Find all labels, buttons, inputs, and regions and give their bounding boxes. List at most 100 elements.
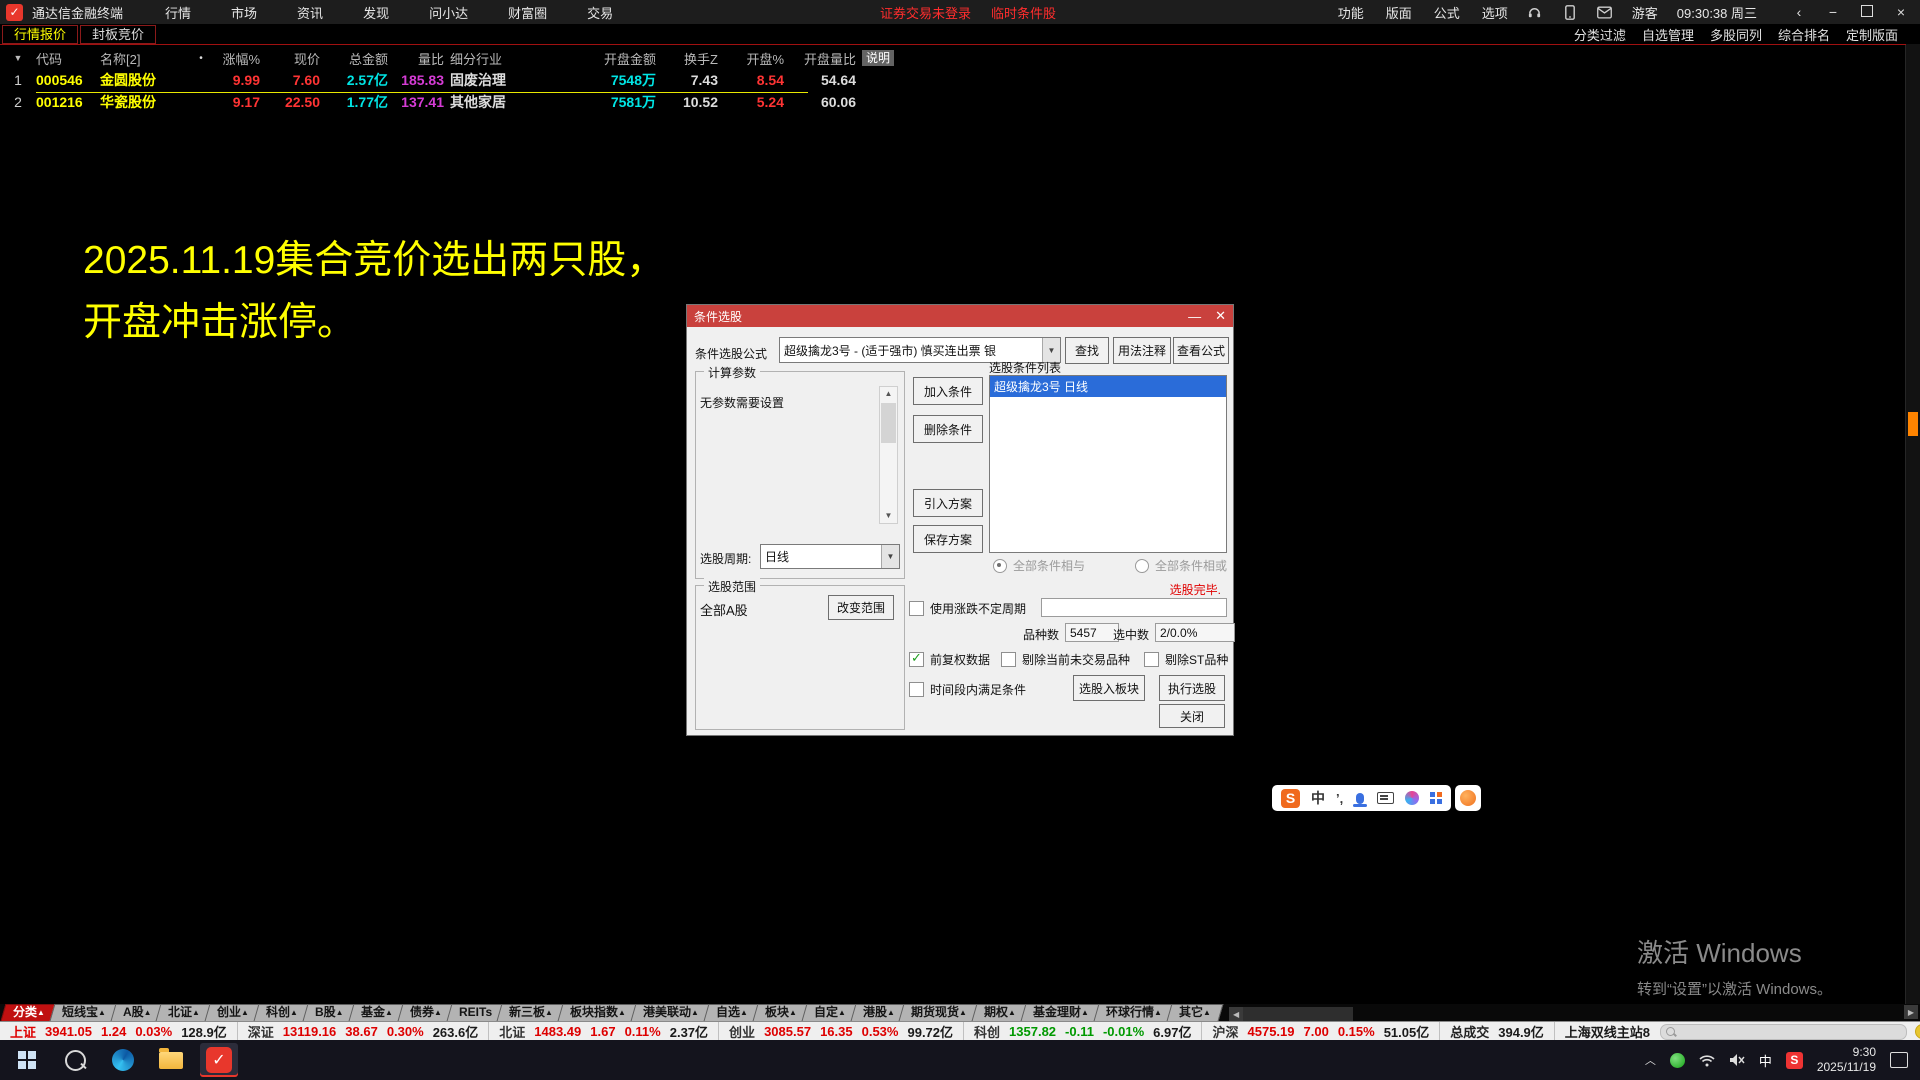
market-tab[interactable]: 环球行情▲	[1094, 1004, 1175, 1021]
dialog-close-icon[interactable]: ✕	[1215, 308, 1226, 324]
headset-icon[interactable]	[1527, 4, 1543, 20]
server-name[interactable]: 上海双线主站8	[1565, 1022, 1650, 1041]
col-turnover[interactable]: 换手Z	[662, 49, 724, 68]
checkbox-unchecked-icon[interactable]	[909, 601, 924, 616]
ime-skin-icon[interactable]	[1405, 791, 1419, 805]
index-segment[interactable]: 沪深 4575.19 7.00 0.15% 51.05亿	[1202, 1022, 1440, 1041]
tab-arrow-icon[interactable]: ▲	[336, 1008, 344, 1017]
period-combobox[interactable]: 日线 ▼	[760, 544, 900, 569]
tab-arrow-icon[interactable]: ▲	[789, 1008, 797, 1017]
checkbox-forward-adjusted[interactable]: 前复权数据	[909, 651, 990, 668]
select-to-board-button[interactable]: 选股入板块	[1073, 675, 1145, 701]
index-name[interactable]: 沪深	[1212, 1022, 1238, 1041]
tab-scroll-right-icon[interactable]: ▶	[1904, 1005, 1918, 1019]
tab-arrow-icon[interactable]: ▲	[1154, 1008, 1162, 1017]
params-scrollbar[interactable]: ▲ ▼	[879, 386, 898, 524]
market-tab[interactable]: 基金理财▲	[1021, 1004, 1102, 1021]
col-open-ratio[interactable]: 开盘量比	[790, 49, 862, 68]
market-tab[interactable]: 分类▲	[1, 1004, 58, 1021]
col-open-amount[interactable]: 开盘金额	[550, 49, 662, 68]
scroll-up-icon[interactable]: ▲	[880, 387, 897, 401]
sogou-logo-icon[interactable]: S	[1281, 789, 1300, 808]
note-button[interactable]: 说明	[862, 50, 894, 66]
tdx-logo-icon[interactable]: ✓	[6, 4, 23, 21]
tab-arrow-icon[interactable]: ▲	[192, 1008, 200, 1017]
index-name[interactable]: 北证	[499, 1022, 525, 1041]
dialog-close-button[interactable]: 关闭	[1159, 704, 1225, 728]
menu-item[interactable]: 市场	[231, 3, 257, 22]
user-label[interactable]: 游客	[1632, 3, 1658, 22]
restore-icon[interactable]	[1858, 4, 1876, 20]
tray-ime-mode[interactable]: 中	[1759, 1051, 1772, 1070]
tab-arrow-icon[interactable]: ▲	[691, 1008, 699, 1017]
checkbox-unchecked-icon[interactable]	[1144, 652, 1159, 667]
col-industry[interactable]: 细分行业	[450, 49, 550, 68]
dialog-titlebar[interactable]: 条件选股 — ✕	[687, 305, 1233, 327]
tab-arrow-icon[interactable]: ▲	[385, 1008, 393, 1017]
dialog-minimize-icon[interactable]: —	[1188, 309, 1201, 324]
condition-list-item-selected[interactable]: 超级擒龙3号 日线	[990, 376, 1226, 397]
market-tab[interactable]: 新三板▲	[496, 1004, 565, 1021]
edge-icon[interactable]	[104, 1043, 142, 1077]
market-tab[interactable]: 短线宝▲	[50, 1004, 119, 1021]
market-tab[interactable]: 期货现货▲	[899, 1004, 980, 1021]
ime-mode-chinese[interactable]: 中	[1311, 788, 1325, 808]
ime-assistant-icon[interactable]	[1455, 785, 1481, 811]
tray-antivirus-icon[interactable]	[1670, 1053, 1685, 1068]
close-icon[interactable]: ×	[1892, 4, 1910, 20]
toolbar-item[interactable]: 综合排名	[1778, 25, 1830, 44]
delete-condition-button[interactable]: 删除条件	[913, 415, 983, 443]
checkbox-exclude-untraded[interactable]: 剔除当前未交易品种	[1001, 651, 1130, 668]
tab-arrow-icon[interactable]: ▲	[740, 1008, 748, 1017]
save-scheme-button[interactable]: 保存方案	[913, 525, 983, 553]
volume-muted-icon[interactable]	[1729, 1052, 1745, 1068]
index-segment[interactable]: 深证 13119.16 38.67 0.30% 263.6亿	[238, 1022, 490, 1041]
menu-item[interactable]: 行情	[165, 3, 191, 22]
tab-scroll-track[interactable]	[1243, 1007, 1353, 1021]
tab-arrow-icon[interactable]: ▲	[98, 1008, 106, 1017]
col-pct[interactable]: 涨幅%	[208, 49, 266, 68]
tray-sogou-icon[interactable]: S	[1786, 1052, 1803, 1069]
ime-keyboard-icon[interactable]	[1377, 792, 1394, 804]
menu-item[interactable]: 财富圈	[508, 3, 547, 22]
col-ratio[interactable]: 量比	[394, 49, 450, 68]
condition-listbox[interactable]: 超级擒龙3号 日线	[989, 375, 1227, 553]
col-name[interactable]: 名称[2]	[100, 49, 194, 68]
wifi-icon[interactable]	[1699, 1052, 1715, 1068]
market-tab[interactable]: 板块▲	[752, 1004, 809, 1021]
index-segment[interactable]: 创业 3085.57 16.35 0.53% 99.72亿	[719, 1022, 964, 1041]
col-open-pct[interactable]: 开盘%	[724, 49, 790, 68]
taskbar-search-icon[interactable]	[56, 1043, 94, 1077]
usage-note-button[interactable]: 用法注释	[1113, 337, 1171, 364]
radio-off-icon[interactable]	[1135, 559, 1149, 573]
index-segment[interactable]: 上证 3941.05 1.24 0.03% 128.9亿	[0, 1022, 238, 1041]
cell-code[interactable]: 001216	[36, 94, 100, 110]
tab-arrow-icon[interactable]: ▲	[1008, 1008, 1016, 1017]
cell-code[interactable]: 000546	[36, 72, 100, 88]
notification-center-icon[interactable]	[1890, 1052, 1908, 1068]
add-condition-button[interactable]: 加入条件	[913, 377, 983, 405]
col-code[interactable]: 代码	[36, 49, 100, 68]
tab-arrow-icon[interactable]: ▲	[1203, 1008, 1211, 1017]
cell-name[interactable]: 华瓷股份	[100, 92, 194, 112]
menu-item[interactable]: 发现	[363, 3, 389, 22]
table-row[interactable]: 1 000546 金圆股份 9.99 7.60 2.57亿 185.83 固废治…	[0, 69, 910, 91]
radio-all-or[interactable]: 全部条件相或	[1135, 557, 1227, 574]
status-search-input[interactable]	[1660, 1024, 1907, 1040]
warning-temp-condition[interactable]: 临时条件股	[991, 3, 1056, 22]
tab-arrow-icon[interactable]: ▲	[37, 1008, 45, 1017]
menu-item[interactable]: 资讯	[297, 3, 323, 22]
file-explorer-icon[interactable]	[152, 1043, 190, 1077]
market-tab[interactable]: 其它▲	[1167, 1004, 1224, 1021]
toolbar-item[interactable]: 多股同列	[1710, 25, 1762, 44]
checkbox-exclude-st[interactable]: 剔除ST品种	[1144, 651, 1228, 668]
toolbar-item[interactable]: 分类过滤	[1574, 25, 1626, 44]
quote-tab[interactable]: 行情报价	[2, 25, 78, 44]
menu-item[interactable]: 问小达	[429, 3, 468, 22]
change-range-button[interactable]: 改变范围	[828, 595, 894, 620]
toolbar-item[interactable]: 定制版面	[1846, 25, 1898, 44]
col-amount[interactable]: 总金额	[326, 49, 394, 68]
view-formula-button[interactable]: 查看公式	[1173, 337, 1229, 364]
variable-period-input[interactable]	[1041, 598, 1227, 617]
menu-item[interactable]: 交易	[587, 3, 613, 22]
